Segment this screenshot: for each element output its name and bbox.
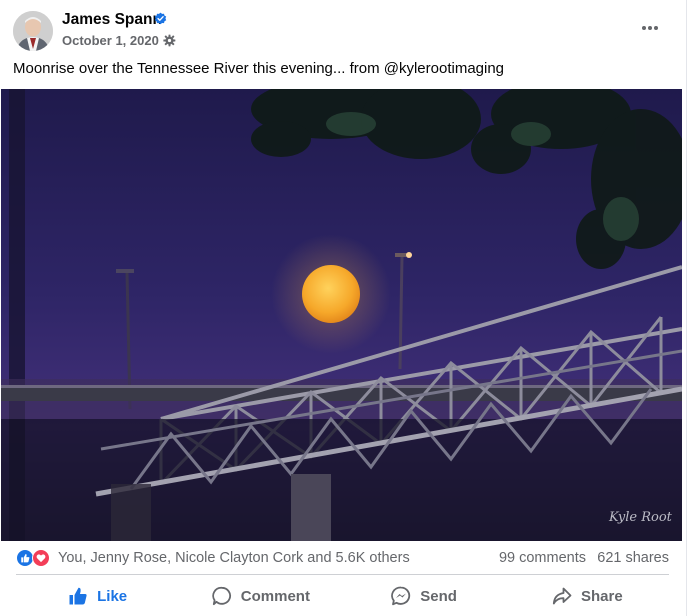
share-arrow-icon bbox=[552, 587, 572, 605]
reactions-bar: You, Jenny Rose, Nicole Clayton Cork and… bbox=[16, 541, 669, 575]
post-card: James Spann October 1, 2020 · Moonrise o… bbox=[0, 0, 687, 616]
share-button[interactable]: Share bbox=[506, 577, 669, 615]
post-date[interactable]: October 1, 2020 · bbox=[62, 33, 167, 48]
more-options-button[interactable] bbox=[638, 18, 662, 38]
thumbs-up-icon bbox=[69, 587, 87, 605]
more-dot bbox=[648, 26, 652, 30]
author-name[interactable]: James Spann bbox=[62, 11, 162, 29]
action-bar: Like Comment Send Share bbox=[16, 577, 669, 615]
like-button[interactable]: Like bbox=[16, 577, 179, 615]
reaction-summary[interactable]: You, Jenny Rose, Nicole Clayton Cork and… bbox=[58, 550, 410, 566]
more-dot bbox=[654, 26, 658, 30]
send-label: Send bbox=[420, 587, 457, 605]
avatar[interactable] bbox=[13, 11, 53, 51]
share-label: Share bbox=[581, 587, 623, 605]
comments-count[interactable]: 99 comments bbox=[499, 550, 586, 566]
comment-button[interactable]: Comment bbox=[179, 577, 342, 615]
post-photo[interactable]: Kyle Root bbox=[1, 89, 682, 541]
more-dots-icon bbox=[642, 26, 646, 30]
photo-watermark: Kyle Root bbox=[608, 510, 673, 525]
comment-label: Comment bbox=[240, 587, 310, 605]
love-reaction-icon bbox=[32, 549, 50, 567]
like-label: Like bbox=[97, 587, 128, 605]
send-button[interactable]: Send bbox=[343, 577, 506, 615]
speech-bubble-icon bbox=[212, 586, 231, 606]
gear-icon[interactable] bbox=[163, 34, 176, 47]
reaction-icons[interactable] bbox=[16, 549, 54, 567]
verified-badge-icon bbox=[154, 12, 167, 25]
shares-count[interactable]: 621 shares bbox=[597, 550, 669, 566]
post-text: Moonrise over the Tennessee River this e… bbox=[13, 60, 505, 77]
post-header: James Spann October 1, 2020 · bbox=[13, 9, 672, 53]
messenger-icon bbox=[391, 586, 411, 606]
